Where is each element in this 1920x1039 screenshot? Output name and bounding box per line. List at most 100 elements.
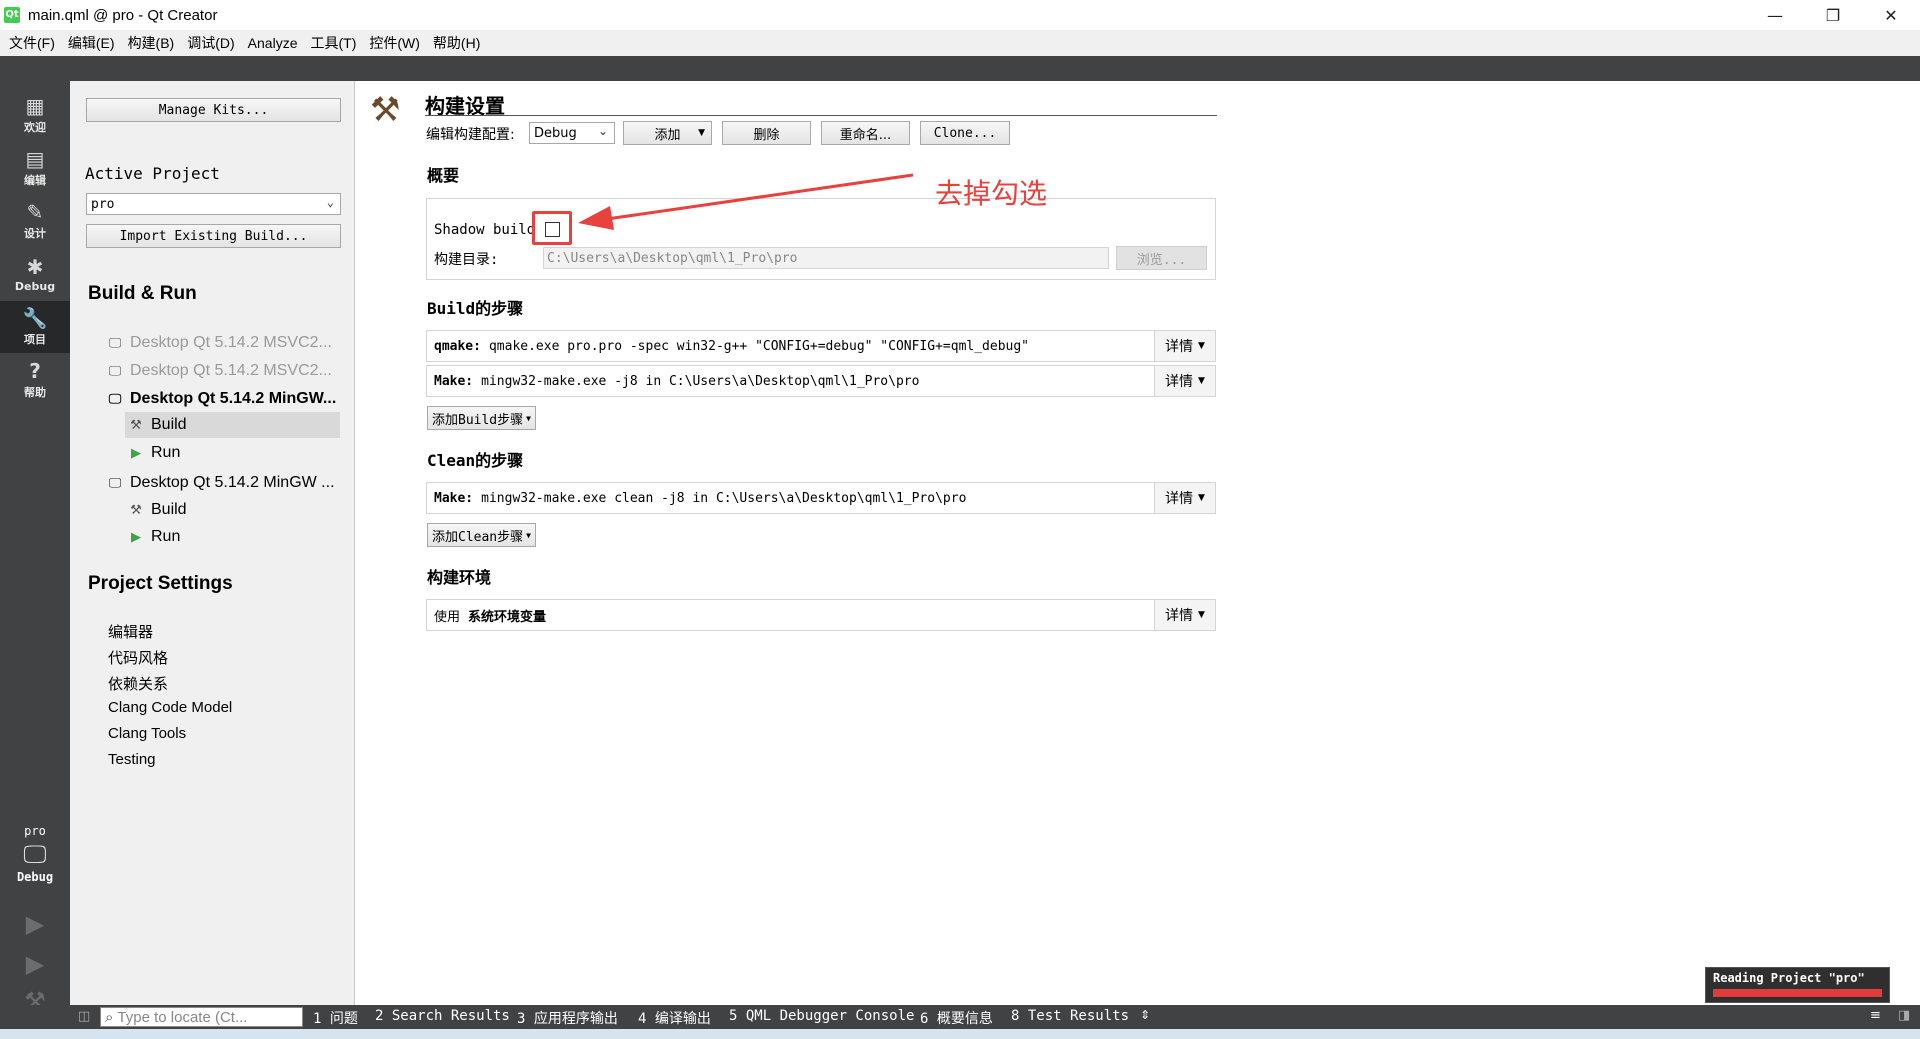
manage-kits-button[interactable]: Manage Kits...: [86, 98, 341, 122]
mode-projects[interactable]: 🔧 项目: [0, 301, 70, 353]
close-button[interactable]: ✕: [1862, 0, 1920, 30]
env-details-button[interactable]: 详情 ▼: [1154, 600, 1215, 630]
rename-config-button[interactable]: 重命名...: [821, 121, 910, 145]
add-clean-step-button[interactable]: 添加Clean步骤 ▼: [427, 523, 536, 547]
project-settings-title: Project Settings: [88, 573, 233, 594]
mode-design[interactable]: ✎ 设计: [0, 195, 70, 247]
menu-debug[interactable]: 调试(D): [187, 33, 234, 53]
tree-run[interactable]: ▶ Run: [129, 528, 180, 546]
kit-item-msvc-1[interactable]: 🖵 Desktop Qt 5.14.2 MSVC2...: [108, 334, 332, 352]
kit-label: Desktop Qt 5.14.2 MinGW...: [130, 390, 337, 407]
tab-qml-debugger-console[interactable]: 5 QML Debugger Console: [729, 1008, 914, 1024]
tree-build-selected[interactable]: ⚒ Build: [125, 412, 340, 438]
menu-controls[interactable]: 控件(W): [369, 33, 420, 53]
mode-welcome[interactable]: ▦ 欢迎: [0, 89, 70, 141]
active-project-combo[interactable]: pro ⌄: [86, 193, 341, 215]
build-config-combo[interactable]: Debug ⌄: [529, 122, 615, 144]
kit-label: Desktop Qt 5.14.2 MinGW ...: [130, 474, 335, 491]
build-dir-input[interactable]: C:\Users\a\Desktop\qml\1_Pro\pro: [543, 247, 1109, 269]
menu-file[interactable]: 文件(F): [9, 33, 55, 53]
dropdown-arrow-icon: ▼: [1198, 610, 1205, 620]
tree-build-label: Build: [151, 501, 187, 518]
search-icon: ⌕: [105, 1008, 114, 1026]
restore-button[interactable]: ❐: [1804, 0, 1862, 30]
heading-divider: [425, 115, 1217, 116]
progress-bar: [1713, 989, 1882, 997]
step-details-button[interactable]: 详情 ▼: [1154, 366, 1215, 396]
tab-issues[interactable]: 1 问题: [313, 1008, 358, 1028]
window-controls: — ❐ ✕: [1746, 0, 1920, 30]
debug-run-icon[interactable]: ▶: [20, 949, 50, 979]
import-existing-build-button[interactable]: Import Existing Build...: [86, 224, 341, 248]
delete-config-button[interactable]: 删除: [722, 121, 811, 145]
step-name: qmake:: [434, 338, 481, 354]
browse-button[interactable]: 浏览...: [1116, 246, 1207, 270]
menu-edit[interactable]: 编辑(E): [68, 33, 115, 53]
details-label: 详情: [1165, 374, 1194, 390]
tree-run[interactable]: ▶ Run: [129, 444, 180, 462]
env-prefix: 使用: [434, 609, 461, 625]
reading-project-progress: Reading Project "pro": [1705, 967, 1890, 1003]
settings-item-dependencies[interactable]: 依赖关系: [108, 673, 168, 694]
settings-item-clang-code-model[interactable]: Clang Code Model: [108, 699, 232, 716]
kit-item-mingw-2[interactable]: 🖵 Desktop Qt 5.14.2 MinGW ...: [108, 474, 335, 492]
locator-input[interactable]: ⌕ Type to locate (Ct...: [100, 1007, 303, 1027]
tree-run-label: Run: [151, 528, 181, 545]
minimize-button[interactable]: —: [1746, 0, 1804, 30]
step-details-button[interactable]: 详情 ▼: [1154, 331, 1215, 361]
output-pane-toggle-icon[interactable]: ≡: [1870, 1008, 1881, 1023]
dropdown-arrow-icon: ▼: [1198, 493, 1205, 503]
tab-test-results[interactable]: 8 Test Results: [1011, 1008, 1129, 1024]
mode-help[interactable]: ? 帮助: [0, 354, 70, 406]
sidebar-toggle-icon[interactable]: ◫: [78, 1009, 90, 1024]
settings-item-testing[interactable]: Testing: [108, 751, 156, 768]
kit-item-mingw-active[interactable]: 🖵 Desktop Qt 5.14.2 MinGW...: [108, 390, 337, 408]
add-config-label: 添加: [654, 127, 681, 143]
toolbar-strip: [0, 56, 1920, 81]
dropdown-arrow-icon: ▼: [526, 530, 531, 540]
run-icon: ▶: [131, 445, 141, 460]
grid-icon: ▦: [25, 94, 45, 118]
dropdown-arrow-icon: ▼: [1198, 341, 1205, 351]
tab-compile-output[interactable]: 4 编译输出: [638, 1008, 711, 1028]
document-icon: ▤: [25, 147, 45, 171]
menu-help[interactable]: 帮助(H): [433, 33, 480, 53]
menu-analyze[interactable]: Analyze: [248, 35, 298, 51]
menu-build[interactable]: 构建(B): [128, 33, 175, 53]
menu-tools[interactable]: 工具(T): [310, 33, 356, 53]
more-tabs-icon[interactable]: ⇕: [1140, 1008, 1150, 1022]
tab-general-messages[interactable]: 6 概要信息: [920, 1008, 993, 1028]
mode-bar: ▦ 欢迎 ▤ 编辑 ✎ 设计 ✱ Debug 🔧 项目 ? 帮助 pro 🖵 D…: [0, 81, 70, 1015]
details-label: 详情: [1165, 608, 1194, 624]
tree-build[interactable]: ⚒ Build: [129, 501, 187, 519]
kit-item-msvc-2[interactable]: 🖵 Desktop Qt 5.14.2 MSVC2...: [108, 362, 332, 380]
settings-item-editor[interactable]: 编辑器: [108, 621, 153, 642]
add-build-step-button[interactable]: 添加Build步骤 ▼: [427, 406, 536, 430]
build-config-value: Debug: [534, 125, 577, 141]
step-name: Make:: [434, 490, 474, 506]
settings-item-clang-tools[interactable]: Clang Tools: [108, 725, 186, 742]
settings-item-code-style[interactable]: 代码风格: [108, 647, 168, 668]
build-run-title: Build & Run: [88, 283, 197, 304]
active-project-value: pro: [91, 196, 115, 212]
monitor-icon: 🖵: [108, 475, 122, 490]
step-command: mingw32-make.exe clean -j8 in C:\Users\a…: [481, 490, 967, 506]
add-config-button[interactable]: 添加 ▼: [623, 121, 712, 145]
clean-steps-title: Clean的步骤: [427, 451, 524, 470]
tab-search-results[interactable]: 2 Search Results: [375, 1008, 510, 1024]
build-dir-label: 构建目录:: [434, 252, 499, 268]
chevron-down-icon: ⌄: [597, 124, 608, 138]
chevron-down-icon: ⌄: [326, 195, 334, 209]
clone-config-button[interactable]: Clone...: [920, 121, 1010, 145]
add-build-step-label: 添加Build步骤: [432, 412, 524, 428]
mode-debug[interactable]: ✱ Debug: [0, 248, 70, 300]
right-sidebar-toggle-icon[interactable]: ◨: [1898, 1008, 1910, 1023]
tab-app-output[interactable]: 3 应用程序输出: [517, 1008, 618, 1028]
mode-edit[interactable]: ▤ 编辑: [0, 142, 70, 194]
monitor-icon: 🖵: [108, 391, 122, 406]
step-details-button[interactable]: 详情 ▼: [1154, 483, 1215, 513]
build-env-row: 使用 系统环境变量 详情 ▼: [426, 599, 1216, 631]
hammer-icon: ⚒: [370, 90, 401, 130]
step-command: qmake.exe pro.pro -spec win32-g++ "CONFI…: [488, 338, 1030, 354]
run-icon[interactable]: ▶: [20, 909, 50, 939]
